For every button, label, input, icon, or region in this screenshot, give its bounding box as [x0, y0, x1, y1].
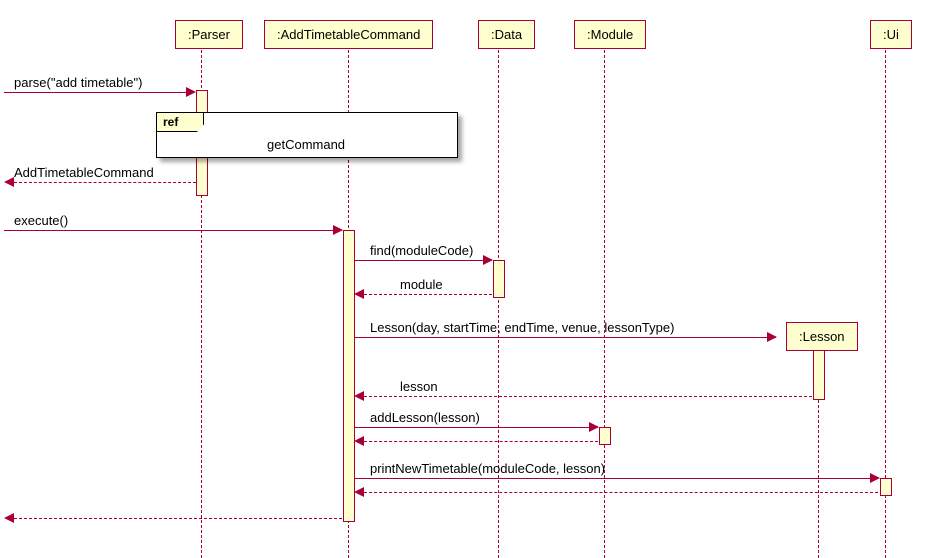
arrowhead-parse: [186, 87, 196, 97]
arrowhead-final-return: [4, 513, 14, 523]
ref-tag: ref: [157, 113, 204, 132]
msg-lesson-return: lesson: [400, 379, 438, 394]
arrowhead-lesson-create: [767, 332, 777, 342]
participant-lesson: :Lesson: [786, 322, 858, 351]
arrow-final-return: [14, 518, 342, 519]
msg-parse: parse("add timetable"): [14, 75, 142, 90]
ref-label: getCommand: [267, 137, 345, 152]
arrowhead-return-addcmd: [4, 177, 14, 187]
participant-ui: :Ui: [870, 20, 912, 49]
arrow-lesson-create: [354, 337, 776, 338]
arrowhead-addlesson: [589, 422, 599, 432]
msg-find: find(moduleCode): [370, 243, 473, 258]
lifeline-module: [604, 50, 605, 558]
arrow-execute: [4, 230, 342, 231]
arrowhead-print-return: [354, 487, 364, 497]
arrow-print-return: [364, 492, 878, 493]
participant-parser: :Parser: [175, 20, 243, 49]
ref-getcommand: ref getCommand: [156, 112, 458, 158]
msg-print: printNewTimetable(moduleCode, lesson): [370, 461, 605, 476]
msg-execute: execute(): [14, 213, 68, 228]
arrowhead-print: [870, 473, 880, 483]
msg-module-return: module: [400, 277, 443, 292]
arrow-addlesson: [354, 427, 598, 428]
arrowhead-execute: [333, 225, 343, 235]
participant-data: :Data: [478, 20, 535, 49]
lifeline-data: [498, 50, 499, 558]
arrow-addlesson-return: [364, 441, 598, 442]
arrow-return-addcmd: [14, 182, 196, 183]
msg-return-addcmd: AddTimetableCommand: [14, 165, 154, 180]
arrow-print: [354, 478, 878, 479]
arrow-lesson-return: [364, 396, 812, 397]
arrow-module-return: [364, 294, 492, 295]
msg-lesson-create: Lesson(day, startTime, endTime, venue, l…: [370, 320, 674, 335]
activation-data: [493, 260, 505, 298]
participant-module: :Module: [574, 20, 646, 49]
arrow-parse: [4, 92, 194, 93]
arrowhead-lesson-return: [354, 391, 364, 401]
arrowhead-find: [483, 255, 493, 265]
arrow-find: [354, 260, 492, 261]
activation-module: [599, 427, 611, 445]
participant-addtimetablecommand: :AddTimetableCommand: [264, 20, 433, 49]
activation-lesson: [813, 350, 825, 400]
arrowhead-module-return: [354, 289, 364, 299]
msg-addlesson: addLesson(lesson): [370, 410, 480, 425]
activation-ui: [880, 478, 892, 496]
arrowhead-addlesson-return: [354, 436, 364, 446]
activation-addcmd: [343, 230, 355, 522]
